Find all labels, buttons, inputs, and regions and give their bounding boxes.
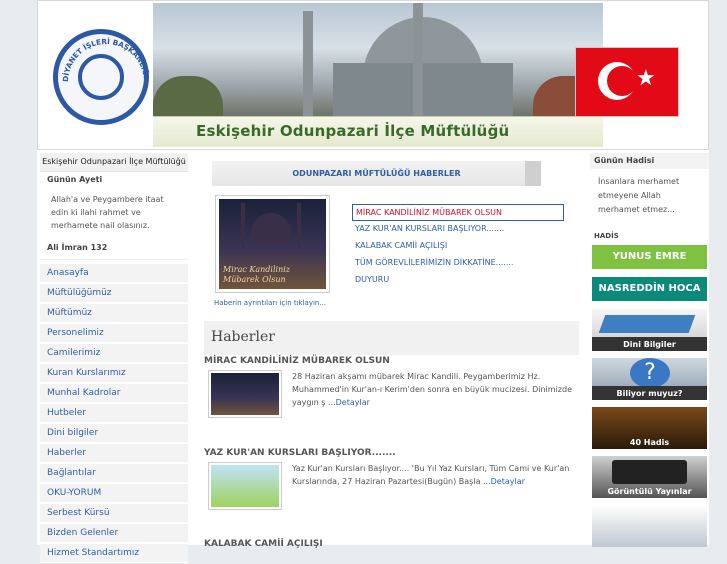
- mosque-body: [333, 63, 513, 118]
- article-summary-text: Yaz Kur'an Kursları Başlıyor.... 'Bu Yıl…: [292, 464, 570, 486]
- menu-item-dini-bilgiler[interactable]: Dini bilgiler: [40, 424, 188, 443]
- article-thumbnail-image: [211, 373, 279, 415]
- logo-ring-text: DİYANET İŞLERİ BAŞKANLIĞI: [61, 37, 151, 82]
- news-article: MİRAC KANDİLİNİZ MÜBAREK OLSUN 28 Hazira…: [204, 354, 579, 422]
- turkish-flag: ★: [575, 47, 679, 117]
- videotape-icon: [612, 460, 687, 484]
- sidebar-site-name[interactable]: Eskişehir Odunpazari İlçe Müftülüğü: [40, 153, 188, 172]
- news-header-tab: [525, 161, 541, 186]
- news-article: KALABAK CAMİİ AÇILIŞI: [204, 537, 579, 551]
- article-summary: 28 Haziran akşamı mübarek Mirac Kandili.…: [292, 370, 572, 409]
- slider-caption: Mirac Kandiliniz Mübarek Olsun: [223, 265, 290, 284]
- banner-40-hadis[interactable]: 40 Hadis: [592, 407, 707, 449]
- banner-people-photo[interactable]: [592, 505, 707, 547]
- menu-item-oku-yorum[interactable]: OKU-YORUM: [40, 484, 188, 503]
- article-title[interactable]: MİRAC KANDİLİNİZ MÜBAREK OLSUN: [204, 354, 579, 368]
- news-header: ODUNPAZARI MÜFTÜLÜĞÜ HABERLER: [212, 161, 541, 186]
- news-article: YAZ KUR'AN KURSLARI BAŞLIYOR....... Yaz …: [204, 446, 579, 514]
- hadis-text: İnsanlara merhamet etmeyene Allah merham…: [598, 177, 680, 214]
- slider-image[interactable]: Mirac Kandiliniz Mübarek Olsun: [215, 195, 330, 293]
- article-thumbnail[interactable]: [208, 462, 282, 510]
- menu-item-baglantilar[interactable]: Bağlantılar: [40, 464, 188, 483]
- menu-item-munhal-kadrolar[interactable]: Munhal Kadrolar: [40, 384, 188, 403]
- left-sidebar: Eskişehir Odunpazari İlçe Müftülüğü Günü…: [40, 153, 188, 564]
- banner-label: Görüntülü Yayınlar: [607, 487, 692, 496]
- banner-yunus-emre[interactable]: YUNUS EMRE: [592, 245, 707, 269]
- slider-headline[interactable]: TÜM GÖREVLİLERİMİZİN DİKKATİNE.......: [352, 255, 564, 272]
- menu-item-personelimiz[interactable]: Personelimiz: [40, 324, 188, 343]
- article-summary-text: 28 Haziran akşamı mübarek Mirac Kandili.…: [292, 372, 572, 407]
- site-header: DİYANET İŞLERİ BAŞKANLIĞI ★ Eskişehir Od…: [37, 0, 709, 150]
- slider-details-link[interactable]: Haberin ayrıntıları için tıklayın...: [214, 299, 326, 307]
- menu-item-hizmet-standartimiz[interactable]: Hizmet Standartımız: [40, 544, 188, 563]
- ayet-heading: Günün Ayeti: [47, 175, 103, 184]
- hadis-subheading: HADİS: [594, 232, 619, 240]
- minaret-right: [413, 3, 423, 116]
- article-thumbnail[interactable]: [208, 370, 282, 418]
- article-more-link[interactable]: Detaylar: [491, 477, 525, 486]
- menu-item-anasayfa[interactable]: Anasayfa: [40, 264, 188, 283]
- slider-headline[interactable]: MİRAC KANDİLİNİZ MÜBAREK OLSUN: [352, 204, 564, 221]
- flag-crescent-cut: [607, 66, 637, 96]
- slider-mosque-silhouette: [251, 213, 291, 243]
- menu-item-camilerimiz[interactable]: Camilerimiz: [40, 344, 188, 363]
- article-thumbnail-image: [211, 465, 279, 507]
- flag-star-icon: ★: [636, 66, 656, 91]
- site-title: Eskişehir Odunpazari İlçe Müftülüğü: [196, 122, 510, 140]
- slider-headline[interactable]: DUYURU: [352, 272, 564, 289]
- banner-biliyor-muyuz[interactable]: ? Biliyor muyuz?: [592, 358, 707, 400]
- minaret-left: [303, 11, 313, 116]
- article-title[interactable]: KALABAK CAMİİ AÇILIŞI: [204, 537, 579, 551]
- banner-dini-bilgiler[interactable]: Dini Bilgiler: [592, 309, 707, 351]
- question-icon: ?: [630, 358, 670, 388]
- banner-nasreddin-hoca[interactable]: NASREDDİN HOCA: [592, 277, 707, 301]
- news-section-title: Haberler: [211, 329, 275, 345]
- menu-item-muftulugumuz[interactable]: Müftülüğümüz: [40, 284, 188, 303]
- title-bar: Eskişehir Odunpazari İlçe Müftülüğü: [153, 116, 603, 147]
- slider-picture: Mirac Kandiliniz Mübarek Olsun: [219, 199, 326, 289]
- slider-headlines: MİRAC KANDİLİNİZ MÜBAREK OLSUN YAZ KUR'A…: [352, 204, 564, 289]
- right-sidebar: Günün Hadisi İnsanlara merhamet etmeyene…: [590, 153, 709, 554]
- page-wrapper: DİYANET İŞLERİ BAŞKANLIĞI ★ Eskişehir Od…: [37, 0, 709, 563]
- menu-item-muftumuz[interactable]: Müftümüz: [40, 304, 188, 323]
- article-title[interactable]: YAZ KUR'AN KURSLARI BAŞLIYOR.......: [204, 446, 579, 460]
- banner-label: 40 Hadis: [629, 438, 670, 447]
- books-icon: [598, 315, 696, 333]
- ayet-reference: Ali İmran 132: [40, 237, 188, 260]
- banner-goruntulu-yayinlar[interactable]: Görüntülü Yayınlar: [592, 456, 707, 498]
- article-more-link[interactable]: Detaylar: [336, 398, 370, 407]
- diyanet-logo[interactable]: DİYANET İŞLERİ BAŞKANLIĞI: [53, 29, 151, 125]
- menu-item-hutbeler[interactable]: Hutbeler: [40, 404, 188, 423]
- tree: [153, 76, 223, 116]
- banner-label: Biliyor muyuz?: [616, 389, 683, 398]
- banner-label: Dini Bilgiler: [623, 340, 676, 349]
- menu-item-haberler[interactable]: Haberler: [40, 444, 188, 463]
- slider-headline[interactable]: KALABAK CAMİİ AÇILIŞI: [352, 238, 564, 255]
- mosque-photo: [153, 3, 603, 118]
- article-summary: Yaz Kur'an Kursları Başlıyor.... 'Bu Yıl…: [292, 462, 572, 488]
- ayet-text: Allah'a ve Peygambere itaat edin ki ilah…: [51, 195, 164, 230]
- hadis-heading: Günün Hadisi: [590, 153, 709, 169]
- menu-item-bizden-gelenler[interactable]: Bizden Gelenler: [40, 524, 188, 543]
- slider-minaret-right: [297, 203, 301, 249]
- menu-item-kuran-kurslarimiz[interactable]: Kuran Kurslarımız: [40, 364, 188, 383]
- slider-headline[interactable]: YAZ KUR'AN KURSLARI BAŞLIYOR.......: [352, 221, 564, 238]
- menu-item-serbest-kursu[interactable]: Serbest Kürsü: [40, 504, 188, 523]
- news-section-header: Haberler: [204, 321, 579, 355]
- slider-minaret-left: [241, 203, 245, 249]
- svg-text:DİYANET İŞLERİ BAŞKANLIĞI: DİYANET İŞLERİ BAŞKANLIĞI: [61, 37, 151, 82]
